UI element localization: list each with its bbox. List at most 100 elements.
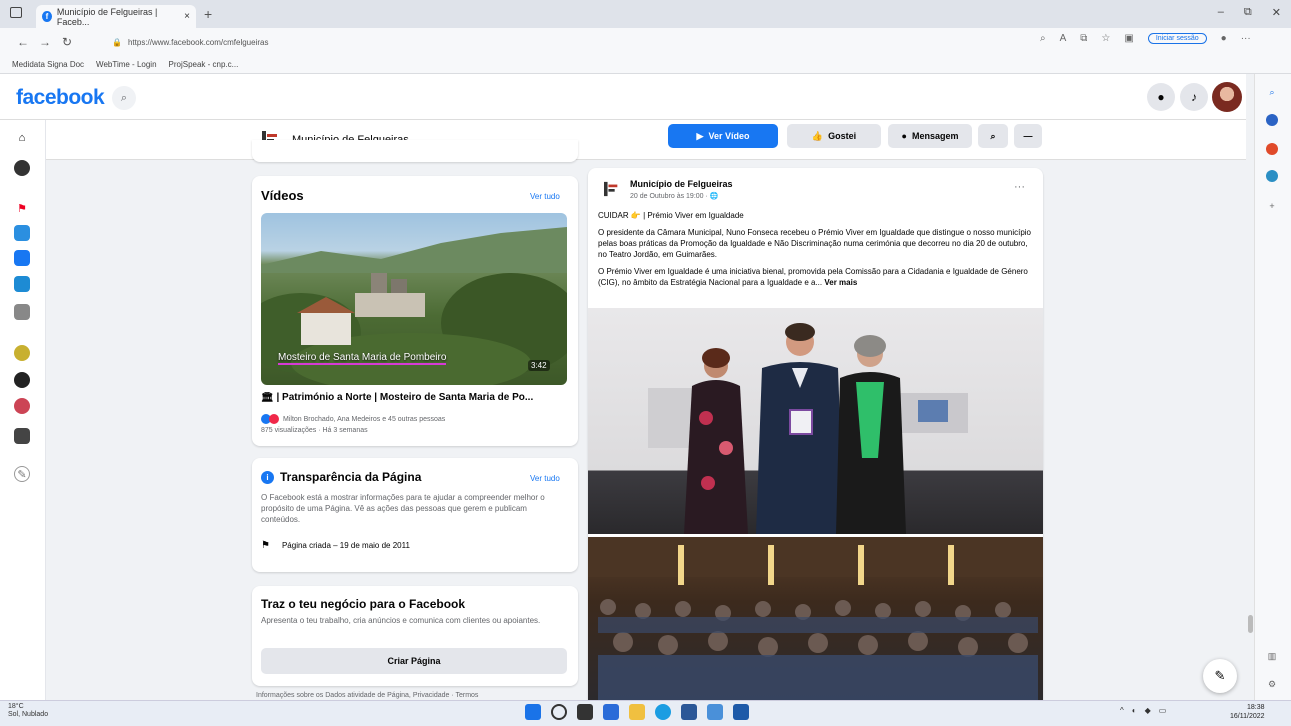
new-tab-button[interactable]: + xyxy=(204,6,212,22)
audience-theater-image xyxy=(588,537,1043,700)
video-views: 875 visualizações · Há 3 semanas xyxy=(261,427,368,434)
refresh-icon[interactable]: ↻ xyxy=(56,35,78,49)
videos-title: Vídeos xyxy=(261,188,304,203)
collections-icon[interactable]: ▣ xyxy=(1124,33,1133,44)
post-photo-audience[interactable] xyxy=(588,537,1043,700)
notifications-bell-icon[interactable]: ♪ xyxy=(1180,83,1208,111)
home-icon[interactable]: ⌂ xyxy=(14,130,30,146)
back-icon[interactable]: ← xyxy=(12,35,34,49)
profile-icon[interactable]: ● xyxy=(1221,33,1227,44)
transparency-text: O Facebook está a mostrar informações pa… xyxy=(261,493,545,524)
like-page-button[interactable]: 👍 Gostei xyxy=(787,124,881,148)
search-icon: ⌕ xyxy=(990,130,996,141)
page-created-info: ⚑ Página criada – 19 de maio de 2011 xyxy=(261,540,410,551)
page-more-button[interactable]: — xyxy=(1014,124,1042,148)
signin-button[interactable]: Iniciar sessão xyxy=(1147,33,1207,44)
scrollbar-thumb[interactable] xyxy=(1248,615,1253,633)
zoom-icon[interactable]: ⌕ xyxy=(1040,33,1046,44)
chat-icon[interactable] xyxy=(603,704,619,720)
transparency-see-all-link[interactable]: Ver tudo xyxy=(530,474,560,483)
post-author[interactable]: Município de Felgueiras xyxy=(630,179,733,189)
shopping-icon[interactable] xyxy=(1266,114,1278,126)
post-paragraph-text: O Prémio Viver em Igualdade é uma inicia… xyxy=(598,267,1028,287)
facebook-logo[interactable]: facebook xyxy=(16,86,105,110)
favorite-item[interactable]: ProjSpeak - cnp.c... xyxy=(169,60,239,69)
address-bar-icons: ⌕ A ⧉ ☆ ▣ Iniciar sessão ● ··· xyxy=(1040,33,1251,44)
read-aloud-icon[interactable]: A xyxy=(1060,33,1067,44)
clock[interactable]: 18:38 16/11/2022 xyxy=(1230,703,1265,721)
search-icon[interactable] xyxy=(551,704,567,720)
groups-icon[interactable] xyxy=(14,225,30,241)
post-options-icon[interactable]: ··· xyxy=(1014,181,1025,193)
tab-close-icon[interactable]: × xyxy=(184,11,190,22)
tab-actions-icon[interactable] xyxy=(10,7,22,18)
network-icon[interactable]: ◐ xyxy=(1132,706,1137,715)
friends-icon[interactable] xyxy=(14,250,30,266)
edge-browser-icon[interactable] xyxy=(655,704,671,720)
time: 18:38 xyxy=(1246,704,1265,711)
thumbs-up-icon: 👍 xyxy=(811,130,824,141)
task-view-icon[interactable] xyxy=(577,704,593,720)
post-paragraph: O Prémio Viver em Igualdade é uma inicia… xyxy=(598,266,1036,288)
favorite-item[interactable]: WebTime - Login xyxy=(96,60,156,69)
message-button[interactable]: ● Mensagem xyxy=(888,124,972,148)
browser-tab[interactable]: f Município de Felgueiras | Faceb... × xyxy=(36,5,196,28)
pages-flag-icon[interactable]: ⚑ xyxy=(14,200,30,216)
videos-see-all-link[interactable]: Ver tudo xyxy=(530,192,560,201)
search-icon[interactable]: ⌕ xyxy=(1266,86,1278,98)
create-page-button[interactable]: Criar Página xyxy=(261,648,567,674)
post-author-logo-icon[interactable] xyxy=(604,181,620,197)
battery-icon[interactable]: ▭ xyxy=(1159,706,1167,715)
profile-avatar-icon[interactable] xyxy=(14,160,30,176)
post-date[interactable]: 20 de Outubro às 19:00 · 🌐 xyxy=(630,192,719,200)
address-bar[interactable]: 🔒 https://www.facebook.com/cmfelgueiras xyxy=(112,33,1042,51)
taskbar-apps xyxy=(525,704,749,720)
avatar[interactable] xyxy=(1212,82,1242,112)
outlook-app-icon[interactable] xyxy=(733,704,749,720)
close-window-button[interactable]: ✕ xyxy=(1272,6,1281,19)
weather-temp: 18°C xyxy=(8,703,24,710)
favorite-item[interactable]: Medidata Signa Doc xyxy=(12,60,84,69)
shortcut-avatar-icon[interactable] xyxy=(14,372,30,388)
page-search-button[interactable]: ⌕ xyxy=(978,124,1008,148)
feeds-icon[interactable] xyxy=(14,304,30,320)
forward-icon[interactable]: → xyxy=(34,35,56,49)
office-icon[interactable] xyxy=(1266,143,1278,155)
tab-title: Município de Felgueiras | Faceb... xyxy=(56,6,158,27)
restore-button[interactable]: ⧉ xyxy=(1244,6,1252,19)
video-reactions[interactable]: Milton Brochado, Ana Medeiros e 45 outra… xyxy=(261,414,445,424)
favorites-star-icon[interactable]: ☆ xyxy=(1101,33,1110,44)
outlook-icon[interactable] xyxy=(1266,170,1278,182)
scrollbar[interactable] xyxy=(1246,74,1254,700)
search-icon[interactable]: ⌕ xyxy=(112,86,136,110)
new-message-edit-icon[interactable]: ✎ xyxy=(1203,659,1237,693)
teams-icon[interactable] xyxy=(707,704,723,720)
volume-icon[interactable]: ◆ xyxy=(1145,706,1151,715)
sidebar-layout-icon[interactable]: ▥ xyxy=(1266,650,1278,662)
weather-widget[interactable]: 18°C Sol, Nublado xyxy=(8,703,48,719)
settings-gear-icon[interactable]: ⚙ xyxy=(1266,678,1278,690)
intro-card-bottom xyxy=(252,140,578,162)
post-photo-award[interactable] xyxy=(588,308,1043,534)
shortcut-group-icon[interactable] xyxy=(14,428,30,444)
file-explorer-icon[interactable] xyxy=(629,704,645,720)
minimize-button[interactable]: – xyxy=(1218,6,1224,19)
start-icon[interactable] xyxy=(525,704,541,720)
shortcut-avatar-icon[interactable] xyxy=(14,345,30,361)
messenger-icon[interactable]: ● xyxy=(1147,83,1175,111)
watch-video-button[interactable]: ▶ Ver Vídeo xyxy=(668,124,778,148)
browser-menu-icon[interactable]: ··· xyxy=(1241,33,1251,44)
add-sidebar-icon[interactable]: + xyxy=(1266,200,1278,212)
chevron-up-icon[interactable]: ^ xyxy=(1120,706,1124,715)
shortcut-avatar-icon[interactable] xyxy=(14,398,30,414)
video-caption: Mosteiro de Santa Maria de Pombeiro xyxy=(278,352,447,365)
extensions-icon[interactable]: ⧉ xyxy=(1080,33,1087,44)
video-description[interactable]: 🏛 | Património a Norte | Mosteiro de San… xyxy=(261,392,571,403)
favorites-bar: Medidata Signa Doc WebTime - Login ProjS… xyxy=(0,56,1291,74)
edit-shortcuts-icon[interactable]: ✎ xyxy=(14,466,30,482)
see-more-link[interactable]: Ver mais xyxy=(824,278,857,287)
marketplace-icon[interactable] xyxy=(14,276,30,292)
system-tray: ^ ◐ ◆ ▭ xyxy=(1120,706,1166,715)
footer-links[interactable]: Informações sobre os Dados atividade de … xyxy=(256,692,478,699)
store-icon[interactable] xyxy=(681,704,697,720)
